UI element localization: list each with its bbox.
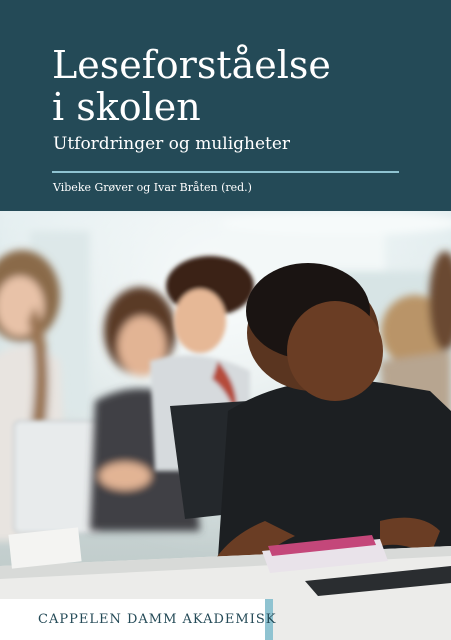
title-line-2: i skolen (52, 85, 201, 129)
divider-rule (52, 171, 399, 173)
book-title: Leseforståelse i skolen (52, 44, 331, 128)
title-line-1: Leseforståelse (52, 43, 331, 87)
publisher-name: Cappelen Damm Akademisk (38, 612, 277, 627)
cover-photo (0, 211, 451, 640)
book-subtitle: Utfordringer og muligheter (53, 134, 291, 154)
title-band: Leseforståelse i skolen Utfordringer og … (0, 0, 451, 211)
book-editors: Vibeke Grøver og Ivar Bråten (red.) (53, 181, 252, 194)
book-cover: Leseforståelse i skolen Utfordringer og … (0, 0, 451, 640)
